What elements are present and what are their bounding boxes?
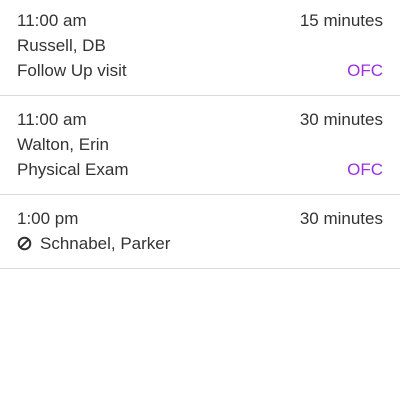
patient-name-row: Schnabel, Parker	[17, 231, 170, 256]
appointment-item[interactable]: 1:00 pm 30 minutes Schnabel, Parker	[0, 195, 400, 269]
appointment-duration: 30 minutes	[299, 209, 383, 228]
patient-name: Russell, DB	[17, 36, 106, 55]
location-code: OFC	[347, 61, 383, 80]
appointment-item[interactable]: 11:00 am 15 minutes Russell, DB Follow U…	[0, 0, 400, 96]
appointment-duration: 30 minutes	[299, 110, 383, 129]
appointment-time: 11:00 am	[17, 11, 87, 30]
patient-name: Schnabel, Parker	[40, 234, 171, 253]
appointment-time: 1:00 pm	[17, 209, 79, 228]
appointment-duration: 15 minutes	[299, 11, 383, 30]
appointment-item[interactable]: 11:00 am 30 minutes Walton, Erin Physica…	[0, 96, 400, 195]
patient-name: Walton, Erin	[17, 135, 109, 154]
visit-type: Physical Exam	[17, 160, 129, 179]
location-code: OFC	[347, 160, 383, 179]
cancel-icon	[17, 236, 32, 251]
appointment-list: 11:00 am 15 minutes Russell, DB Follow U…	[0, 0, 400, 269]
visit-type: Follow Up visit	[17, 61, 127, 80]
appointment-time: 11:00 am	[17, 110, 87, 129]
